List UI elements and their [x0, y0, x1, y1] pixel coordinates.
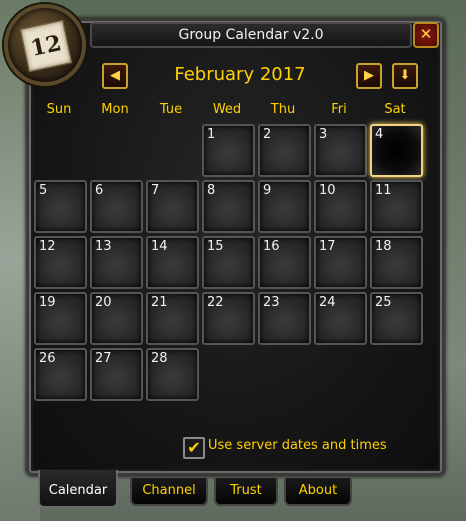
- day-number: 25: [375, 295, 392, 310]
- day-cell[interactable]: 2: [258, 124, 311, 177]
- day-number: 8: [207, 183, 216, 198]
- day-cell[interactable]: 6: [90, 180, 143, 233]
- weekday-sun: Sun: [46, 102, 72, 117]
- day-cell[interactable]: 19: [34, 292, 87, 345]
- weekday-sat: Sat: [384, 102, 406, 117]
- day-number: 7: [151, 183, 160, 198]
- day-cell[interactable]: 12: [34, 236, 87, 289]
- day-cell[interactable]: 11: [370, 180, 423, 233]
- weekday-tue: Tue: [159, 102, 183, 117]
- day-cell[interactable]: 8: [202, 180, 255, 233]
- day-cell[interactable]: 9: [258, 180, 311, 233]
- day-cell[interactable]: 10: [314, 180, 367, 233]
- day-number: 17: [319, 239, 336, 254]
- arrow-right-icon: ▶: [364, 68, 374, 83]
- day-number: 23: [263, 295, 280, 310]
- tab-calendar[interactable]: Calendar: [38, 470, 118, 508]
- today-button[interactable]: ⬇: [392, 63, 418, 89]
- day-number: 13: [95, 239, 112, 254]
- arrow-left-icon: ◀: [110, 68, 120, 83]
- day-cell[interactable]: 24: [314, 292, 367, 345]
- window-title: Group Calendar v2.0: [90, 22, 412, 48]
- day-number: 11: [375, 183, 392, 198]
- checkmark-icon: ✔: [187, 438, 201, 457]
- day-number: 10: [319, 183, 336, 198]
- weekday-fri: Fri: [331, 102, 347, 117]
- month-title: February 2017: [174, 64, 306, 85]
- weekday-mon: Mon: [101, 102, 129, 117]
- server-dates-label[interactable]: Use server dates and times: [208, 438, 387, 453]
- close-icon: ✕: [419, 25, 433, 43]
- day-cell[interactable]: 20: [90, 292, 143, 345]
- day-number: 5: [39, 183, 48, 198]
- day-number: 4: [375, 127, 384, 142]
- day-cell[interactable]: 7: [146, 180, 199, 233]
- day-cell[interactable]: 15: [202, 236, 255, 289]
- server-dates-checkbox[interactable]: ✔: [183, 437, 205, 459]
- day-number: 12: [39, 239, 56, 254]
- day-number: 24: [319, 295, 336, 310]
- weekday-wed: Wed: [212, 102, 242, 117]
- day-cell[interactable]: 23: [258, 292, 311, 345]
- day-cell-today[interactable]: 4: [370, 124, 423, 177]
- calendar-page-icon: 12: [19, 19, 73, 73]
- day-number: 20: [95, 295, 112, 310]
- weekday-thu: Thu: [270, 102, 296, 117]
- day-cell[interactable]: 21: [146, 292, 199, 345]
- day-number: 19: [39, 295, 56, 310]
- day-number: 1: [207, 127, 216, 142]
- tab-trust[interactable]: Trust: [214, 478, 278, 506]
- day-cell[interactable]: 16: [258, 236, 311, 289]
- day-cell[interactable]: 3: [314, 124, 367, 177]
- day-cell[interactable]: 13: [90, 236, 143, 289]
- day-number: 6: [95, 183, 104, 198]
- day-number: 14: [151, 239, 168, 254]
- day-number: 21: [151, 295, 168, 310]
- next-month-button[interactable]: ▶: [356, 63, 382, 89]
- day-cell[interactable]: 17: [314, 236, 367, 289]
- day-cell[interactable]: 28: [146, 348, 199, 401]
- day-number: 9: [263, 183, 272, 198]
- day-number: 28: [151, 351, 168, 366]
- close-button[interactable]: ✕: [413, 22, 439, 48]
- calendar-portrait-icon: 12: [4, 4, 86, 86]
- day-cell[interactable]: 18: [370, 236, 423, 289]
- day-number: 16: [263, 239, 280, 254]
- day-number: 27: [95, 351, 112, 366]
- day-number: 18: [375, 239, 392, 254]
- day-cell[interactable]: 25: [370, 292, 423, 345]
- day-cell[interactable]: 14: [146, 236, 199, 289]
- day-cell[interactable]: 27: [90, 348, 143, 401]
- day-number: 2: [263, 127, 272, 142]
- prev-month-button[interactable]: ◀: [102, 63, 128, 89]
- day-number: 15: [207, 239, 224, 254]
- day-number: 26: [39, 351, 56, 366]
- tab-about[interactable]: About: [284, 478, 352, 506]
- day-cell[interactable]: 22: [202, 292, 255, 345]
- arrow-down-icon: ⬇: [399, 68, 411, 83]
- day-cell[interactable]: 5: [34, 180, 87, 233]
- day-number: 3: [319, 127, 328, 142]
- tab-channel[interactable]: Channel: [130, 478, 208, 506]
- day-cell[interactable]: 26: [34, 348, 87, 401]
- day-cell[interactable]: 1: [202, 124, 255, 177]
- day-number: 22: [207, 295, 224, 310]
